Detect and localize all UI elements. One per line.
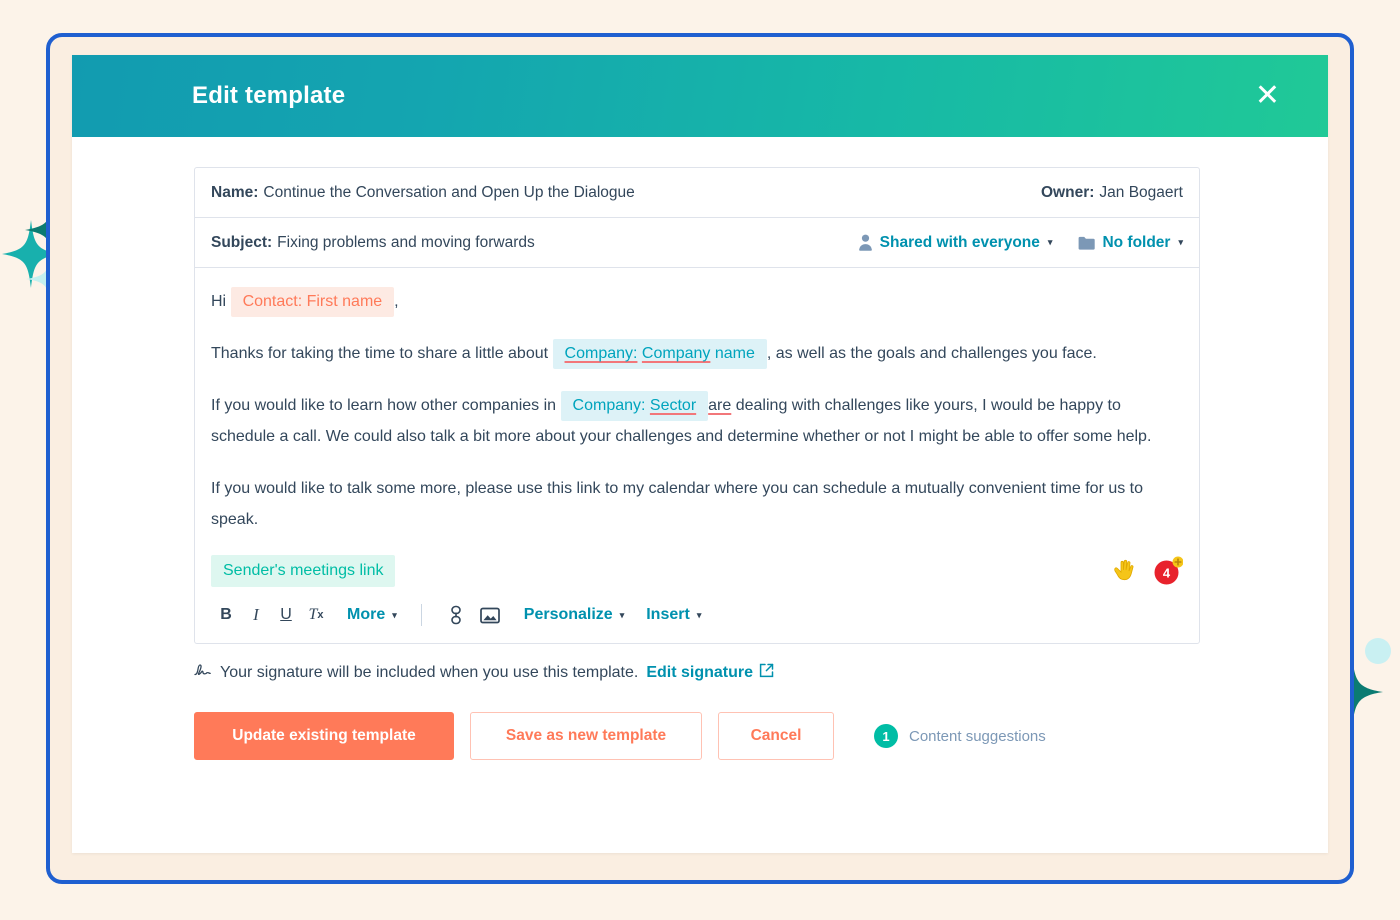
close-icon[interactable]: ✕	[1247, 77, 1288, 115]
greeting-suffix: ,	[394, 293, 399, 310]
token-company-word-3: name	[714, 345, 755, 362]
sharing-dropdown[interactable]: Shared with everyone ▾	[858, 233, 1053, 252]
badge-count-text: 4	[1163, 566, 1171, 581]
update-existing-template-button[interactable]: Update existing template	[194, 712, 454, 760]
owner-value: Jan Bogaert	[1099, 183, 1183, 201]
cancel-button[interactable]: Cancel	[718, 712, 834, 760]
formatting-toolbar: B I U Tx More ▾ Personalize ▾ Insert ▾	[195, 591, 1199, 643]
subject-row: Subject: Fixing problems and moving forw…	[195, 218, 1199, 268]
subject-controls: Shared with everyone ▾ No folder ▾	[858, 234, 1183, 252]
email-paragraph-3: If you would like to learn how other com…	[211, 390, 1183, 452]
suggestions-label: Content suggestions	[909, 727, 1046, 745]
folder-icon	[1078, 236, 1096, 250]
chevron-down-icon: ▾	[696, 609, 702, 620]
subject-value: Fixing problems and moving forwards	[277, 233, 535, 251]
folder-dropdown[interactable]: No folder ▾	[1078, 234, 1183, 252]
edit-template-modal: Edit template ✕ Name: Continue the Conve…	[72, 55, 1328, 853]
greeting-prefix: Hi	[211, 293, 227, 310]
name-owner-row: Name: Continue the Conversation and Open…	[195, 168, 1199, 218]
token-company-word-2: Company	[641, 345, 711, 362]
owner-field: Owner: Jan Bogaert	[1041, 184, 1183, 202]
template-editor-card: Name: Continue the Conversation and Open…	[194, 167, 1200, 644]
more-label: More	[347, 606, 386, 623]
edit-signature-link[interactable]: Edit signature	[646, 663, 774, 683]
external-link-icon	[759, 663, 774, 683]
name-value: Continue the Conversation and Open Up th…	[263, 183, 635, 201]
token-sector-word-1: Company:	[572, 397, 646, 414]
suggestions-count-badge: 1	[874, 724, 898, 748]
personalize-label: Personalize	[523, 606, 613, 623]
modal-body: Name: Continue the Conversation and Open…	[72, 137, 1328, 853]
chevron-down-icon: ▾	[619, 609, 625, 620]
email-paragraph-4: If you would like to talk some more, ple…	[211, 480, 1144, 528]
p3-word-are: are	[708, 397, 732, 414]
modal-footer: Update existing template Save as new tem…	[194, 712, 1271, 760]
image-icon[interactable]	[472, 607, 508, 624]
content-suggestions[interactable]: 1 Content suggestions	[874, 724, 1046, 748]
email-paragraph-greeting: Hi Contact: First name,	[211, 286, 1183, 317]
chevron-down-icon: ▾	[392, 609, 397, 620]
hand-icon[interactable]	[1111, 558, 1141, 584]
p2-before-text: Thanks for taking the time to share a li…	[211, 345, 549, 362]
token-company-name[interactable]: Company: Company name	[552, 339, 767, 369]
folder-label: No folder	[1102, 233, 1171, 251]
token-company-word-1: Company:	[564, 345, 638, 362]
token-sector-word-2: Sector	[649, 397, 697, 414]
chevron-down-icon: ▾	[1047, 237, 1053, 247]
insert-label: Insert	[646, 606, 690, 623]
clear-format-letter: T	[308, 606, 318, 623]
edit-signature-label: Edit signature	[646, 664, 754, 681]
page-title: Edit template	[192, 82, 346, 109]
link-icon[interactable]	[440, 605, 472, 625]
editor-badge-group: 4	[1111, 556, 1183, 586]
p2-after-text: , as well as the goals and challenges yo…	[766, 345, 1097, 362]
signature-icon	[194, 663, 212, 683]
token-senders-meetings-link[interactable]: Sender's meetings link	[211, 555, 396, 587]
token-company-sector[interactable]: Company: Sector	[560, 391, 709, 421]
subject-field[interactable]: Subject: Fixing problems and moving forw…	[211, 234, 858, 252]
sharing-label: Shared with everyone	[879, 233, 1040, 251]
save-as-new-template-button[interactable]: Save as new template	[470, 712, 702, 760]
bold-button[interactable]: B	[211, 601, 241, 629]
insert-dropdown[interactable]: Insert ▾	[640, 606, 707, 624]
p3-before-text: If you would like to learn how other com…	[211, 397, 557, 414]
italic-button[interactable]: I	[241, 601, 271, 629]
email-body-editor[interactable]: Hi Contact: First name, Thanks for takin…	[195, 268, 1199, 541]
more-dropdown[interactable]: More ▾	[341, 606, 403, 624]
token-contact-first-name[interactable]: Contact: First name	[230, 287, 395, 317]
signature-text: Your signature will be included when you…	[220, 664, 639, 681]
subject-label: Subject:	[211, 233, 273, 251]
name-field[interactable]: Name: Continue the Conversation and Open…	[211, 184, 1041, 202]
clear-formatting-button[interactable]: Tx	[301, 601, 331, 629]
suggestion-count-badge[interactable]: 4	[1153, 556, 1183, 586]
modal-header: Edit template ✕	[72, 55, 1328, 137]
signature-notice: Your signature will be included when you…	[194, 663, 1271, 683]
person-icon	[858, 234, 873, 251]
clear-format-sub: x	[317, 609, 324, 621]
meetings-link-row: Sender's meetings link 4	[195, 541, 1199, 591]
owner-label: Owner:	[1041, 183, 1095, 201]
chevron-down-icon: ▾	[1178, 237, 1183, 247]
personalize-dropdown[interactable]: Personalize ▾	[518, 606, 630, 624]
underline-button[interactable]: U	[271, 601, 301, 629]
toolbar-divider	[420, 604, 422, 626]
email-paragraph-2: Thanks for taking the time to share a li…	[211, 338, 1183, 369]
name-label: Name:	[211, 183, 259, 201]
decorative-dot-right	[1365, 638, 1391, 664]
